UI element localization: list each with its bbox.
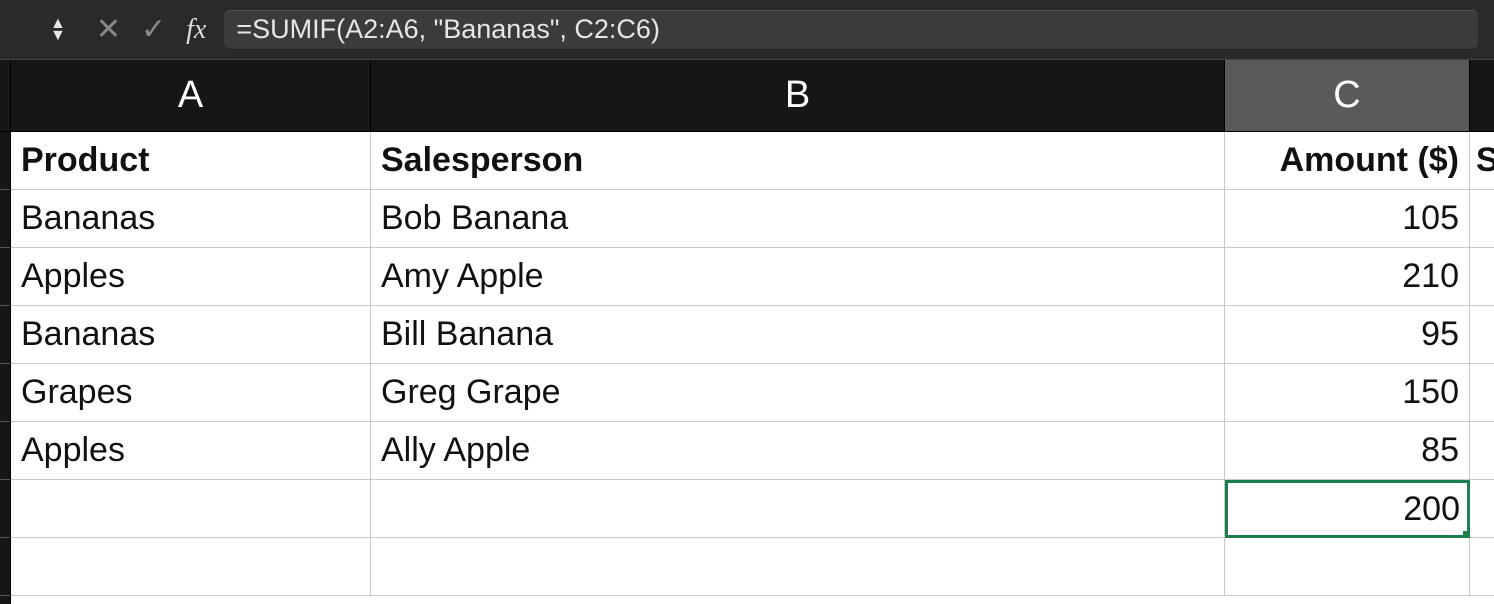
cell-A4[interactable]: Bananas: [11, 306, 371, 364]
cell-B3[interactable]: Amy Apple: [371, 248, 1225, 306]
column-header-C[interactable]: C: [1225, 60, 1470, 131]
row-head[interactable]: [0, 306, 10, 364]
close-icon: ✕: [96, 13, 121, 46]
table-row: Apples Amy Apple 210: [11, 248, 1494, 306]
accept-edit-button[interactable]: ✓: [141, 15, 166, 45]
name-box-stepper[interactable]: ▲ ▼: [50, 18, 66, 40]
cell-A5[interactable]: Grapes: [11, 364, 371, 422]
cell-D2-partial[interactable]: [1470, 190, 1494, 248]
column-header-A[interactable]: A: [11, 60, 371, 131]
cancel-edit-button[interactable]: ✕: [96, 15, 121, 45]
row-head[interactable]: [0, 190, 10, 248]
grid: A B C Product Salesperson Amount ($) S B…: [11, 60, 1494, 604]
cell-A2[interactable]: Bananas: [11, 190, 371, 248]
column-headers: A B C: [11, 60, 1494, 132]
cell-value: 200: [1403, 490, 1460, 529]
formula-input[interactable]: [224, 14, 1478, 45]
cell-D3-partial[interactable]: [1470, 248, 1494, 306]
cell-C1[interactable]: Amount ($): [1225, 132, 1470, 190]
table-row: 200: [11, 480, 1494, 538]
row-head[interactable]: [0, 132, 10, 190]
cell-B8[interactable]: [371, 538, 1225, 596]
formula-input-wrap: [224, 10, 1478, 50]
cell-A7[interactable]: [11, 480, 371, 538]
row-head[interactable]: [0, 364, 10, 422]
table-row: Bananas Bob Banana 105: [11, 190, 1494, 248]
table-row: Apples Ally Apple 85: [11, 422, 1494, 480]
cell-B5[interactable]: Greg Grape: [371, 364, 1225, 422]
table-row: Bananas Bill Banana 95: [11, 306, 1494, 364]
cell-C6[interactable]: 85: [1225, 422, 1470, 480]
fx-label: fx: [186, 14, 206, 46]
row-head[interactable]: [0, 422, 10, 480]
column-header-B[interactable]: B: [371, 60, 1225, 131]
fill-handle[interactable]: [1462, 530, 1470, 538]
cell-C8[interactable]: [1225, 538, 1470, 596]
row-head[interactable]: [0, 480, 10, 538]
cell-A8[interactable]: [11, 538, 371, 596]
check-icon: ✓: [141, 13, 166, 46]
cell-D4-partial[interactable]: [1470, 306, 1494, 364]
cell-D8-partial[interactable]: [1470, 538, 1494, 596]
cell-B4[interactable]: Bill Banana: [371, 306, 1225, 364]
formula-bar: ▲ ▼ ✕ ✓ fx: [0, 0, 1494, 60]
cell-B7[interactable]: [371, 480, 1225, 538]
cell-C2[interactable]: 105: [1225, 190, 1470, 248]
row-head[interactable]: [0, 248, 10, 306]
row-head[interactable]: [0, 538, 10, 596]
select-all-corner[interactable]: [0, 60, 10, 132]
row-gutter: [0, 60, 11, 604]
table-row: Product Salesperson Amount ($) S: [11, 132, 1494, 190]
cell-C3[interactable]: 210: [1225, 248, 1470, 306]
spreadsheet: A B C Product Salesperson Amount ($) S B…: [0, 60, 1494, 604]
cell-C7-selected[interactable]: 200: [1225, 480, 1470, 538]
cell-D7-partial[interactable]: [1470, 480, 1494, 538]
stepper-down-icon: ▼: [50, 30, 66, 41]
cell-A3[interactable]: Apples: [11, 248, 371, 306]
cell-A1[interactable]: Product: [11, 132, 371, 190]
cell-B1[interactable]: Salesperson: [371, 132, 1225, 190]
column-header-D-partial[interactable]: [1470, 60, 1494, 131]
cell-B6[interactable]: Ally Apple: [371, 422, 1225, 480]
cell-C4[interactable]: 95: [1225, 306, 1470, 364]
cell-A6[interactable]: Apples: [11, 422, 371, 480]
cell-D1-partial[interactable]: S: [1470, 132, 1494, 190]
cell-D6-partial[interactable]: [1470, 422, 1494, 480]
cell-B2[interactable]: Bob Banana: [371, 190, 1225, 248]
table-row: Grapes Greg Grape 150: [11, 364, 1494, 422]
cell-D5-partial[interactable]: [1470, 364, 1494, 422]
table-row: [11, 538, 1494, 596]
cell-C5[interactable]: 150: [1225, 364, 1470, 422]
